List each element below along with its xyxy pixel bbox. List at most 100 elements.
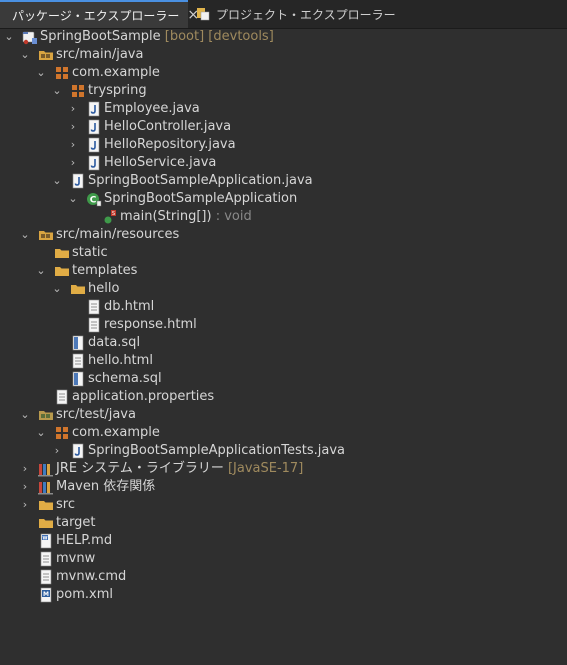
tree-item-java-file[interactable]: › HelloRepository.java	[0, 136, 567, 154]
tree-item-label: SpringBootSampleApplication.java	[88, 173, 313, 188]
chevron-down-icon[interactable]: ⌄	[34, 262, 48, 280]
tree-item-package[interactable]: ⌄ tryspring	[0, 82, 567, 100]
tree-item-file[interactable]: application.properties	[0, 388, 567, 406]
tree-item-label: JRE システム・ライブラリー	[56, 461, 224, 476]
chevron-down-icon[interactable]: ⌄	[18, 46, 32, 64]
chevron-right-icon[interactable]: ›	[66, 100, 80, 118]
tab-project-explorer-label: プロジェクト・エクスプローラー	[216, 7, 396, 22]
chevron-down-icon[interactable]: ⌄	[2, 28, 16, 46]
chevron-down-icon[interactable]: ⌄	[66, 190, 80, 208]
tree-item-file[interactable]: response.html	[0, 316, 567, 334]
tree-item-label: data.sql	[88, 335, 141, 350]
chevron-down-icon[interactable]: ⌄	[18, 406, 32, 424]
sql-file-icon	[72, 335, 84, 351]
tree-item-label: response.html	[104, 317, 197, 332]
tree-item-project[interactable]: ⌄ SpringBootSample [boot] [devtools]	[0, 28, 567, 46]
tree-item-java-file[interactable]: › Employee.java	[0, 100, 567, 118]
tree-item-java-file[interactable]: › SpringBootSampleApplicationTests.java	[0, 442, 567, 460]
tree-item-file[interactable]: M pom.xml	[0, 586, 567, 604]
tab-project-explorer[interactable]: プロジェクト・エクスプローラー	[190, 0, 396, 28]
java-file-icon	[88, 101, 100, 117]
tree-item-src-test-java[interactable]: ⌄ src/test/java	[0, 406, 567, 424]
folder-icon	[55, 249, 69, 258]
tree-item-label: db.html	[104, 299, 155, 314]
tree-item-file[interactable]: data.sql	[0, 334, 567, 352]
tree-item-label: com.example	[72, 65, 160, 80]
maven-pom-icon: M	[40, 587, 52, 603]
tree-item-label: pom.xml	[56, 587, 113, 602]
java-file-icon	[72, 443, 84, 459]
tree-item-library[interactable]: › Maven 依存関係	[0, 478, 567, 496]
tree-item-folder[interactable]: static	[0, 244, 567, 262]
markdown-file-icon: W	[40, 533, 52, 549]
file-icon	[56, 389, 68, 405]
chevron-down-icon[interactable]: ⌄	[50, 82, 64, 100]
tree-item-label: static	[72, 245, 108, 260]
tab-package-explorer-label: パッケージ・エクスプローラー	[12, 8, 180, 23]
folder-icon	[39, 519, 53, 528]
svg-text:S: S	[112, 211, 115, 217]
chevron-right-icon[interactable]: ›	[50, 442, 64, 460]
tree-item-label: HelloRepository.java	[104, 137, 236, 152]
tree-item-package[interactable]: ⌄ com.example	[0, 424, 567, 442]
chevron-right-icon[interactable]: ›	[18, 496, 32, 514]
folder-icon	[55, 267, 69, 276]
tree-item-file[interactable]: W HELP.md	[0, 532, 567, 550]
chevron-right-icon[interactable]: ›	[66, 118, 80, 136]
tree-item-java-file[interactable]: › HelloService.java	[0, 154, 567, 172]
tree-item-label: src/main/resources	[56, 227, 180, 242]
tree-item-label: target	[56, 515, 96, 530]
tree-item-label: application.properties	[72, 389, 215, 404]
project-explorer-icon	[197, 8, 210, 21]
tree-item-package[interactable]: ⌄ com.example	[0, 64, 567, 82]
tree-item-folder[interactable]: › src	[0, 496, 567, 514]
package-explorer-view: パッケージ・エクスプローラー × プロジェクト・エクスプローラー ⌄ Sprin…	[0, 0, 567, 665]
chevron-down-icon[interactable]: ⌄	[50, 280, 64, 298]
tree-item-library[interactable]: › JRE システム・ライブラリー [JavaSE-17]	[0, 460, 567, 478]
tree-item-label: SpringBootSample	[40, 29, 161, 44]
file-icon	[40, 569, 52, 585]
tree-item-file[interactable]: schema.sql	[0, 370, 567, 388]
class-icon: C	[87, 193, 102, 207]
chevron-down-icon[interactable]: ⌄	[34, 424, 48, 442]
tree-item-method[interactable]: S main(String[]) : void	[0, 208, 567, 226]
tree-item-label: schema.sql	[88, 371, 162, 386]
chevron-right-icon[interactable]: ›	[66, 136, 80, 154]
tree-item-label: src/main/java	[56, 47, 144, 62]
chevron-down-icon[interactable]: ⌄	[34, 64, 48, 82]
tree-item-file[interactable]: mvnw.cmd	[0, 568, 567, 586]
tree-item-label: HELP.md	[56, 533, 113, 548]
svg-text:W: W	[43, 535, 48, 541]
tree-item-label: HelloController.java	[104, 119, 232, 134]
package-icon	[56, 67, 68, 79]
file-icon	[72, 353, 84, 369]
tree-item-label: Maven 依存関係	[56, 479, 156, 494]
chevron-right-icon[interactable]: ›	[66, 154, 80, 172]
tree-item-src-main-java[interactable]: ⌄ src/main/java	[0, 46, 567, 64]
tree-item-label: hello.html	[88, 353, 153, 368]
tree-item-label: SpringBootSampleApplicationTests.java	[88, 443, 345, 458]
tree-item-label: mvnw.cmd	[56, 569, 127, 584]
tree-item-decoration: [boot] [devtools]	[164, 29, 274, 44]
tree-item-src-main-resources[interactable]: ⌄ src/main/resources	[0, 226, 567, 244]
chevron-right-icon[interactable]: ›	[18, 478, 32, 496]
tree-item-file[interactable]: hello.html	[0, 352, 567, 370]
folder-icon	[39, 501, 53, 510]
tree-item-label: HelloService.java	[104, 155, 217, 170]
tree-item-decoration: [JavaSE-17]	[227, 461, 304, 476]
tree-item-folder[interactable]: ⌄ templates	[0, 262, 567, 280]
tree-item-java-file[interactable]: ⌄ SpringBootSampleApplication.java	[0, 172, 567, 190]
tree-item-class[interactable]: ⌄ C SpringBootSampleApplication	[0, 190, 567, 208]
folder-icon	[71, 285, 85, 294]
tree-item-java-file[interactable]: › HelloController.java	[0, 118, 567, 136]
chevron-down-icon[interactable]: ⌄	[18, 226, 32, 244]
tab-package-explorer[interactable]: パッケージ・エクスプローラー ×	[0, 0, 199, 28]
source-folder-icon	[39, 51, 53, 60]
chevron-right-icon[interactable]: ›	[18, 460, 32, 478]
tree-item-folder[interactable]: ⌄ hello	[0, 280, 567, 298]
chevron-down-icon[interactable]: ⌄	[50, 172, 64, 190]
sql-file-icon	[72, 371, 84, 387]
tree-item-folder[interactable]: target	[0, 514, 567, 532]
tree-item-file[interactable]: db.html	[0, 298, 567, 316]
tree-item-file[interactable]: mvnw	[0, 550, 567, 568]
